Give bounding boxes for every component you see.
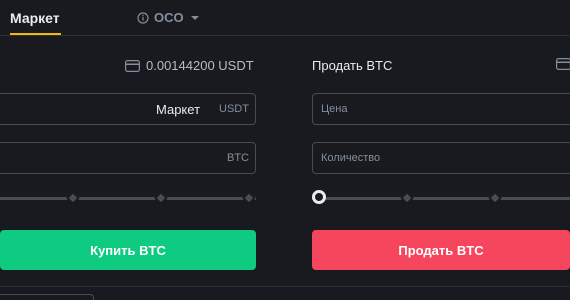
tab-market[interactable]: Маркет <box>10 10 60 26</box>
divider <box>0 286 570 287</box>
slider-step-50[interactable] <box>487 190 503 206</box>
buy-amount-field[interactable]: BTC <box>0 142 256 174</box>
caret-down-icon[interactable] <box>190 15 199 20</box>
sell-price-placeholder: Цена <box>321 103 348 115</box>
bottom-panel-edge <box>0 294 94 300</box>
wallet-icon <box>556 58 570 70</box>
sell-amount-placeholder: Количество <box>321 152 381 164</box>
tab-oco[interactable]: OCO <box>137 10 199 25</box>
sell-balance <box>556 58 570 70</box>
slider-thumb[interactable] <box>312 190 326 204</box>
buy-amount-slider[interactable] <box>0 190 257 206</box>
tab-oco-label: OCO <box>154 10 184 25</box>
buy-price-unit: USDT <box>219 103 249 115</box>
sell-amount-field[interactable]: Количество <box>312 142 570 174</box>
order-type-tabs: Маркет OCO <box>0 0 570 36</box>
sell-button[interactable]: Продать BTC <box>312 230 570 270</box>
buy-price-value: Маркет <box>156 102 201 117</box>
slider-track[interactable] <box>0 197 256 200</box>
slider-step-25[interactable] <box>399 190 415 206</box>
sell-amount-slider[interactable] <box>312 190 570 206</box>
slider-step-25[interactable] <box>65 190 81 206</box>
slider-track[interactable] <box>312 197 570 200</box>
slider-step-100[interactable] <box>241 190 257 206</box>
buy-amount-unit: BTC <box>227 152 249 164</box>
slider-step-50[interactable] <box>153 190 169 206</box>
buy-balance: 0.00144200 USDT <box>125 58 254 73</box>
buy-price-field[interactable]: Маркет USDT <box>0 93 256 125</box>
wallet-icon <box>125 59 140 72</box>
info-icon[interactable] <box>137 11 149 24</box>
sell-title: Продать BTC <box>312 58 393 73</box>
sell-price-field[interactable]: Цена <box>312 93 570 125</box>
buy-button[interactable]: Купить BTC <box>0 230 256 270</box>
active-tab-indicator <box>10 33 61 35</box>
buy-balance-value: 0.00144200 USDT <box>146 58 254 73</box>
